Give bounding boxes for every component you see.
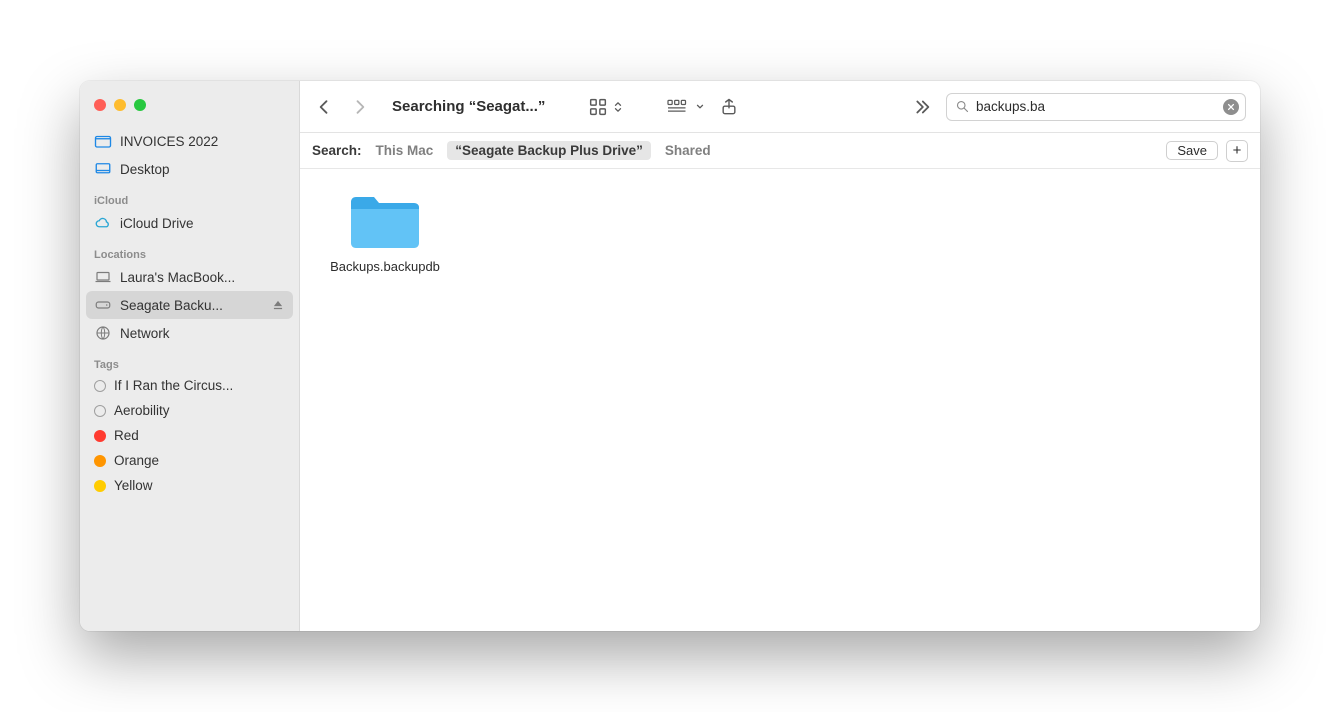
sidebar-tag-aerobility[interactable]: Aerobility (80, 398, 299, 423)
minimize-window-button[interactable] (114, 99, 126, 111)
clear-search-button[interactable] (1223, 99, 1239, 115)
sidebar-tag-yellow[interactable]: Yellow (80, 473, 299, 498)
sidebar-label: INVOICES 2022 (120, 134, 285, 149)
forward-button[interactable] (350, 97, 370, 117)
sidebar-label: Seagate Backu... (120, 298, 263, 313)
sidebar-tag-circus[interactable]: If I Ran the Circus... (80, 373, 299, 398)
search-icon (955, 99, 970, 114)
folder-icon (94, 132, 112, 150)
chevron-updown-icon (613, 98, 623, 116)
close-window-button[interactable] (94, 99, 106, 111)
tag-dot-icon (94, 380, 106, 392)
laptop-icon (94, 268, 112, 286)
window-title: Searching “Seagat...” (392, 98, 545, 115)
back-button[interactable] (314, 97, 334, 117)
tag-dot-icon (94, 455, 106, 467)
tag-dot-icon (94, 430, 106, 442)
zoom-window-button[interactable] (134, 99, 146, 111)
view-mode-button[interactable] (587, 96, 623, 118)
eject-icon[interactable] (271, 298, 285, 312)
search-field[interactable] (946, 93, 1246, 121)
sidebar-label: Network (120, 326, 285, 341)
chevron-down-icon (695, 102, 705, 112)
overflow-button[interactable] (910, 96, 932, 118)
sidebar-label: Aerobility (114, 403, 285, 418)
sidebar-item-icloud-drive[interactable]: iCloud Drive (80, 209, 299, 237)
scope-shared[interactable]: Shared (665, 143, 711, 158)
group-button[interactable] (665, 97, 705, 117)
sidebar-item-invoices[interactable]: INVOICES 2022 (80, 127, 299, 155)
sidebar-item-network[interactable]: Network (80, 319, 299, 347)
tag-dot-icon (94, 480, 106, 492)
result-item[interactable]: Backups.backupdb (320, 189, 450, 276)
sidebar-section-icloud: iCloud (80, 191, 299, 209)
sidebar-item-desktop[interactable]: Desktop (80, 155, 299, 183)
sidebar-tag-red[interactable]: Red (80, 423, 299, 448)
scope-label: Search: (312, 143, 362, 158)
sidebar-label: Orange (114, 453, 285, 468)
sidebar-label: Laura's MacBook... (120, 270, 285, 285)
traffic-lights (80, 91, 299, 127)
toolbar: Searching “Seagat...” (300, 81, 1260, 133)
sidebar: INVOICES 2022 Desktop iCloud iCloud Driv… (80, 81, 300, 631)
sidebar-section-tags: Tags (80, 355, 299, 373)
results-area[interactable]: Backups.backupdb (300, 169, 1260, 631)
finder-window: INVOICES 2022 Desktop iCloud iCloud Driv… (80, 81, 1260, 631)
result-item-name: Backups.backupdb (330, 259, 440, 276)
sidebar-section-locations: Locations (80, 245, 299, 263)
folder-icon (345, 189, 425, 253)
search-input[interactable] (976, 99, 1217, 114)
nav-arrows (314, 97, 370, 117)
add-criteria-button[interactable]: + (1226, 140, 1248, 162)
share-button[interactable] (719, 97, 739, 117)
sidebar-label: Desktop (120, 162, 285, 177)
sidebar-tag-orange[interactable]: Orange (80, 448, 299, 473)
sidebar-label: Red (114, 428, 285, 443)
search-scope-bar: Search: This Mac “Seagate Backup Plus Dr… (300, 133, 1260, 169)
save-search-button[interactable]: Save (1166, 141, 1218, 160)
drive-icon (94, 296, 112, 314)
scope-seagate[interactable]: “Seagate Backup Plus Drive” (447, 141, 651, 160)
sidebar-label: iCloud Drive (120, 216, 285, 231)
tag-dot-icon (94, 405, 106, 417)
sidebar-label: Yellow (114, 478, 285, 493)
main-area: Searching “Seagat...” (300, 81, 1260, 631)
sidebar-label: If I Ran the Circus... (114, 378, 285, 393)
cloud-icon (94, 214, 112, 232)
globe-icon (94, 324, 112, 342)
sidebar-item-macbook[interactable]: Laura's MacBook... (80, 263, 299, 291)
scope-this-mac[interactable]: This Mac (376, 143, 434, 158)
sidebar-item-seagate[interactable]: Seagate Backu... (86, 291, 293, 319)
desktop-icon (94, 160, 112, 178)
